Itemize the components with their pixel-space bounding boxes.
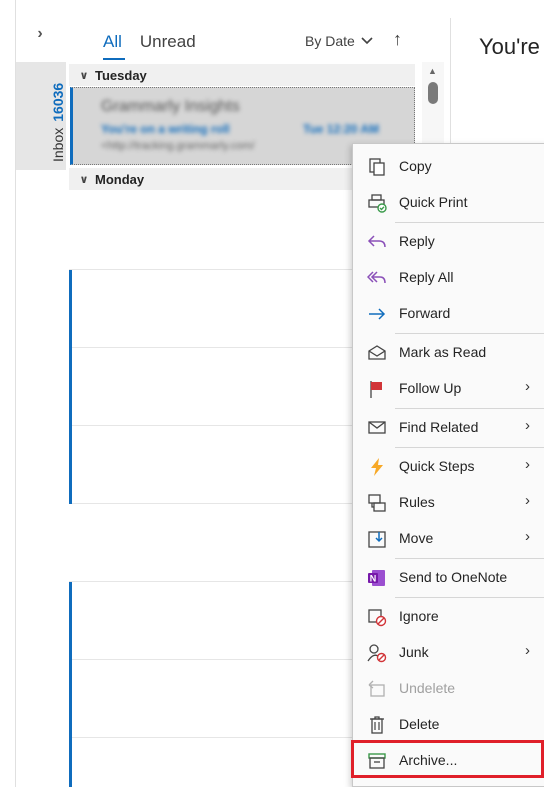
menu-item-send-to-onenote[interactable]: N Send to OneNote [353, 559, 544, 595]
message-preview: <http://tracking.grammarly.com/ [101, 140, 255, 152]
reading-pane-subject: You're [479, 34, 540, 59]
forward-icon [366, 303, 388, 325]
scroll-up-icon[interactable]: ▲ [428, 66, 437, 76]
menu-item-undelete: Undelete [353, 670, 544, 706]
menu-item-follow-up[interactable]: Follow Up › [353, 370, 544, 406]
rules-icon [366, 492, 388, 514]
unread-indicator [69, 270, 72, 348]
tab-all[interactable]: All [103, 32, 122, 52]
print-icon [366, 192, 388, 214]
copy-icon [366, 156, 388, 178]
reply-icon [366, 231, 388, 253]
context-menu: Copy Quick Print Reply Reply All Forward… [352, 143, 544, 787]
menu-item-delete[interactable]: Delete [353, 706, 544, 742]
menu-item-label: Delete [399, 716, 440, 732]
menu-item-label: Rules [399, 494, 435, 510]
collapse-chevron-icon[interactable]: ∨ [73, 69, 95, 82]
message-time: Tue 12:20 AM [303, 122, 380, 136]
active-tab-underline [103, 58, 125, 60]
menu-item-label: Follow Up [399, 380, 462, 396]
group-label: Monday [95, 171, 145, 187]
menu-item-label: Forward [399, 305, 451, 321]
scrollbar-thumb[interactable] [428, 82, 438, 104]
menu-item-rules[interactable]: Rules › [353, 484, 544, 520]
svg-text:N: N [370, 574, 377, 584]
inbox-unread-count: 16036 [50, 82, 66, 122]
menu-item-label: Move [399, 530, 434, 546]
collapse-chevron-icon[interactable]: ∨ [73, 173, 95, 186]
menu-item-quick-print[interactable]: Quick Print [353, 184, 544, 220]
submenu-chevron-icon: › [525, 642, 530, 659]
unread-indicator [69, 582, 72, 660]
menu-item-label: Quick Print [399, 194, 468, 210]
menu-item-label: Undelete [399, 680, 456, 696]
expand-pane-button[interactable]: › [30, 22, 50, 46]
menu-item-label: Find Related [399, 419, 479, 435]
submenu-chevron-icon: › [525, 456, 530, 473]
menu-item-label: Reply [399, 233, 435, 249]
sort-control[interactable]: By Date ↑ [305, 29, 402, 49]
flag-icon [366, 378, 388, 400]
menu-item-mark-as-read[interactable]: Mark as Read [353, 334, 544, 370]
menu-item-label: Junk [399, 644, 429, 660]
menu-item-label: Send to OneNote [399, 569, 508, 585]
tab-unread[interactable]: Unread [140, 32, 196, 52]
undelete-icon [366, 678, 388, 700]
menu-item-forward[interactable]: Forward [353, 295, 544, 331]
submenu-chevron-icon: › [525, 378, 530, 395]
find-related-icon [366, 417, 388, 439]
group-header-tuesday[interactable]: ∨ Tuesday [69, 64, 415, 86]
unread-indicator [69, 660, 72, 738]
move-icon [366, 528, 388, 550]
menu-item-label: Mark as Read [399, 344, 487, 360]
ignore-icon [366, 606, 388, 628]
menu-item-reply-all[interactable]: Reply All [353, 259, 544, 295]
reply-all-icon [366, 267, 388, 289]
submenu-chevron-icon: › [525, 492, 530, 509]
menu-item-quick-steps[interactable]: Quick Steps › [353, 448, 544, 484]
menu-item-label: Quick Steps [399, 458, 475, 474]
junk-icon [366, 642, 388, 664]
archive-highlight-box [351, 740, 544, 778]
message-subject: You're on a writing roll [101, 122, 230, 136]
menu-item-copy[interactable]: Copy [353, 148, 544, 184]
inbox-folder-tab[interactable]: Inbox 16036 [16, 62, 66, 170]
menu-item-ignore[interactable]: Ignore [353, 598, 544, 634]
menu-item-find-related[interactable]: Find Related › [353, 409, 544, 445]
unread-indicator [69, 738, 72, 787]
sort-direction-button[interactable]: ↑ [393, 29, 402, 50]
lightning-icon [366, 456, 388, 478]
menu-item-reply[interactable]: Reply [353, 223, 544, 259]
onenote-icon: N [366, 567, 388, 589]
group-label: Tuesday [95, 67, 147, 83]
sort-by-label[interactable]: By Date [305, 33, 355, 49]
envelope-open-icon [366, 342, 388, 364]
inbox-vertical-label: Inbox 16036 [50, 83, 66, 162]
menu-item-move[interactable]: Move › [353, 520, 544, 556]
folder-rail: › Inbox 16036 [0, 0, 67, 787]
chevron-down-icon [361, 37, 373, 45]
filter-tabs: All Unread [103, 30, 196, 60]
menu-item-label: Copy [399, 158, 432, 174]
submenu-chevron-icon: › [525, 417, 530, 434]
trash-icon [366, 714, 388, 736]
submenu-chevron-icon: › [525, 528, 530, 545]
menu-item-junk[interactable]: Junk › [353, 634, 544, 670]
menu-item-label: Ignore [399, 608, 439, 624]
menu-item-label: Reply All [399, 269, 454, 285]
message-sender: Grammarly Insights [101, 98, 240, 115]
inbox-label: Inbox [50, 127, 66, 162]
unread-indicator [69, 426, 72, 504]
unread-indicator [69, 348, 72, 426]
